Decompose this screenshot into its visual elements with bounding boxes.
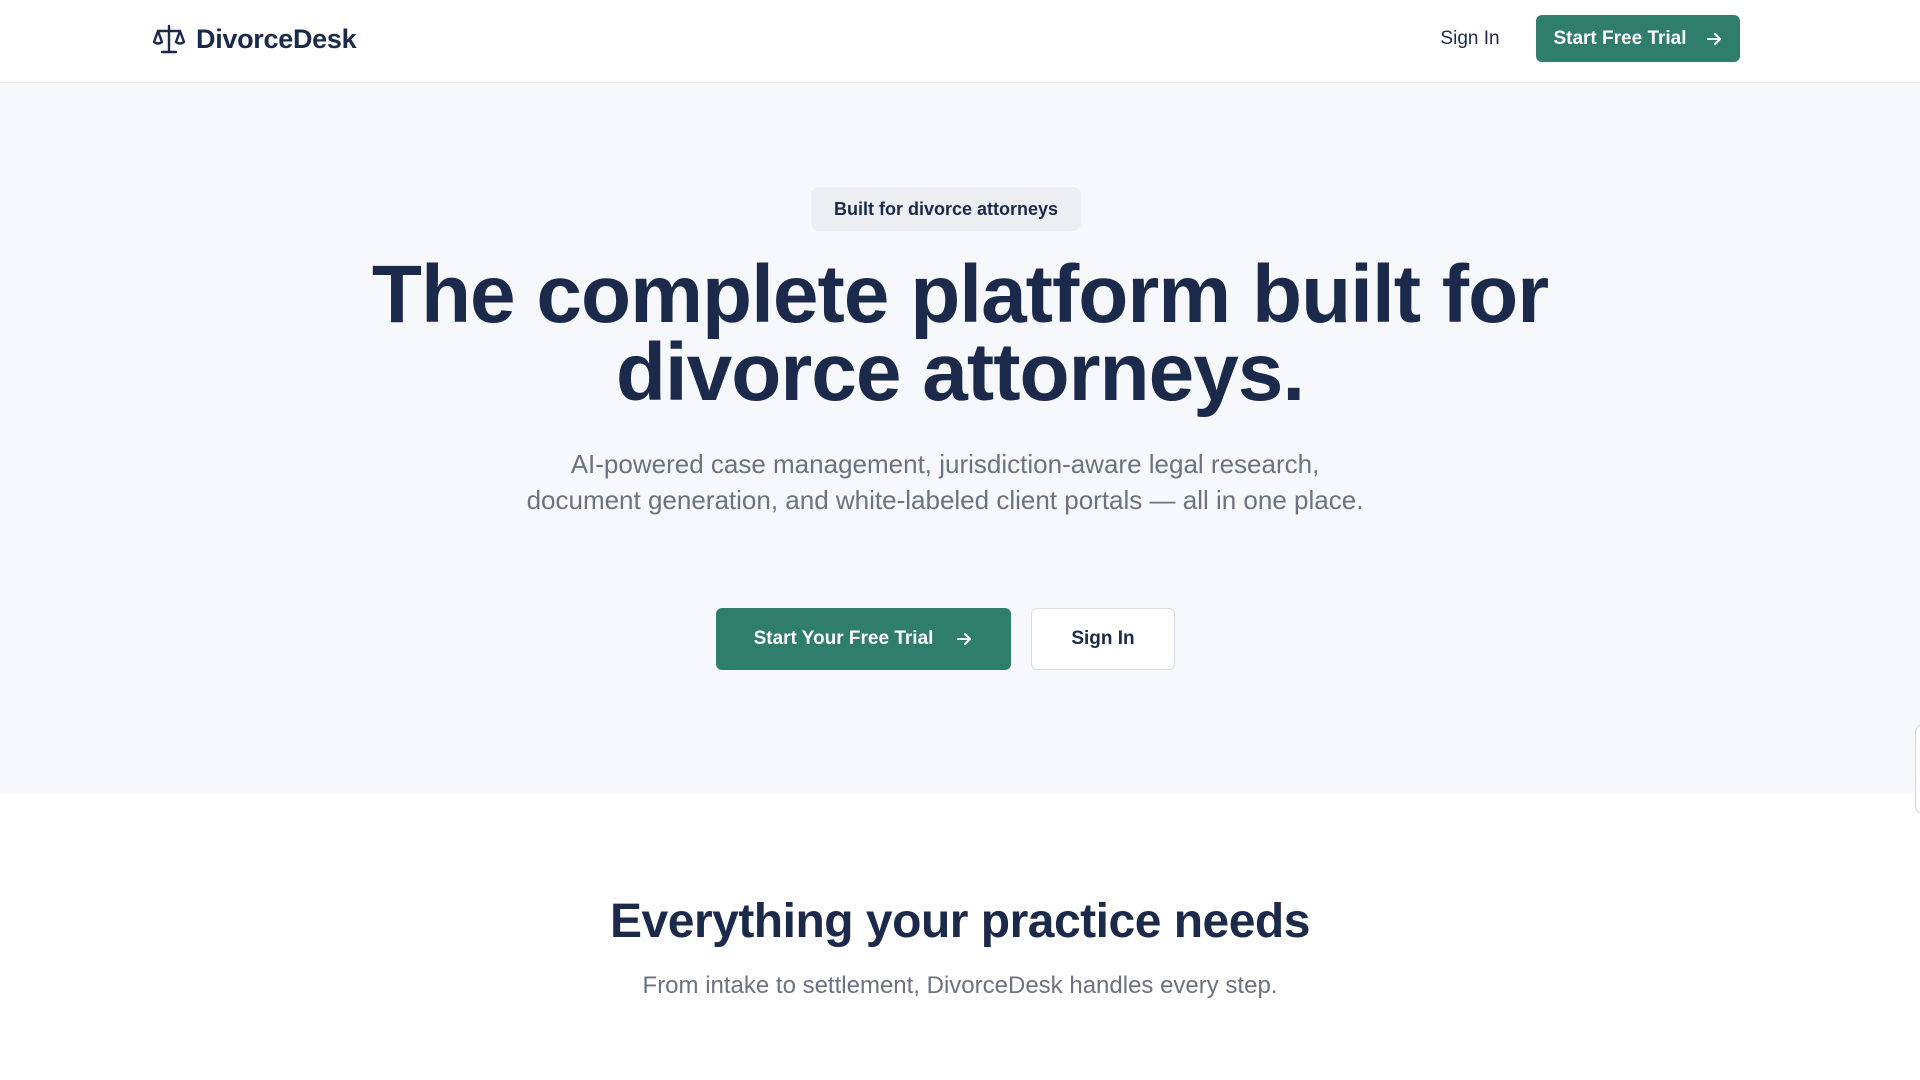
side-widget-tab[interactable] <box>1915 724 1920 814</box>
start-your-free-trial-button[interactable]: Start Your Free Trial <box>716 608 1011 670</box>
brand-name: DivorceDesk <box>196 23 357 54</box>
primary-cta-label: Start Your Free Trial <box>753 628 934 649</box>
hero-subtext: AI-powered case management, jurisdiction… <box>526 449 1364 515</box>
header-sign-in-link[interactable]: Sign In <box>1420 23 1520 55</box>
features-title: Everything your practice needs <box>610 895 1310 948</box>
arrow-right-icon <box>1706 32 1721 45</box>
brand-logo[interactable]: DivorceDesk <box>152 20 357 58</box>
hero-sign-in-button[interactable]: Sign In <box>1031 608 1175 670</box>
hero-section: Built for divorce attorneys The complete… <box>0 84 1920 814</box>
header-start-free-trial-button[interactable]: Start Free Trial <box>1536 15 1740 62</box>
features-subtitle: From intake to settlement, DivorceDesk h… <box>642 972 1278 999</box>
header-trial-label: Start Free Trial <box>1553 27 1687 49</box>
scales-icon <box>152 24 186 54</box>
audience-badge: Built for divorce attorneys <box>811 187 1081 231</box>
arrow-right-icon <box>957 633 972 645</box>
top-navigation-bar: DivorceDesk Sign In Start Free Trial <box>0 0 1920 83</box>
hero-headline: The complete platform built for divorce … <box>371 249 1549 418</box>
